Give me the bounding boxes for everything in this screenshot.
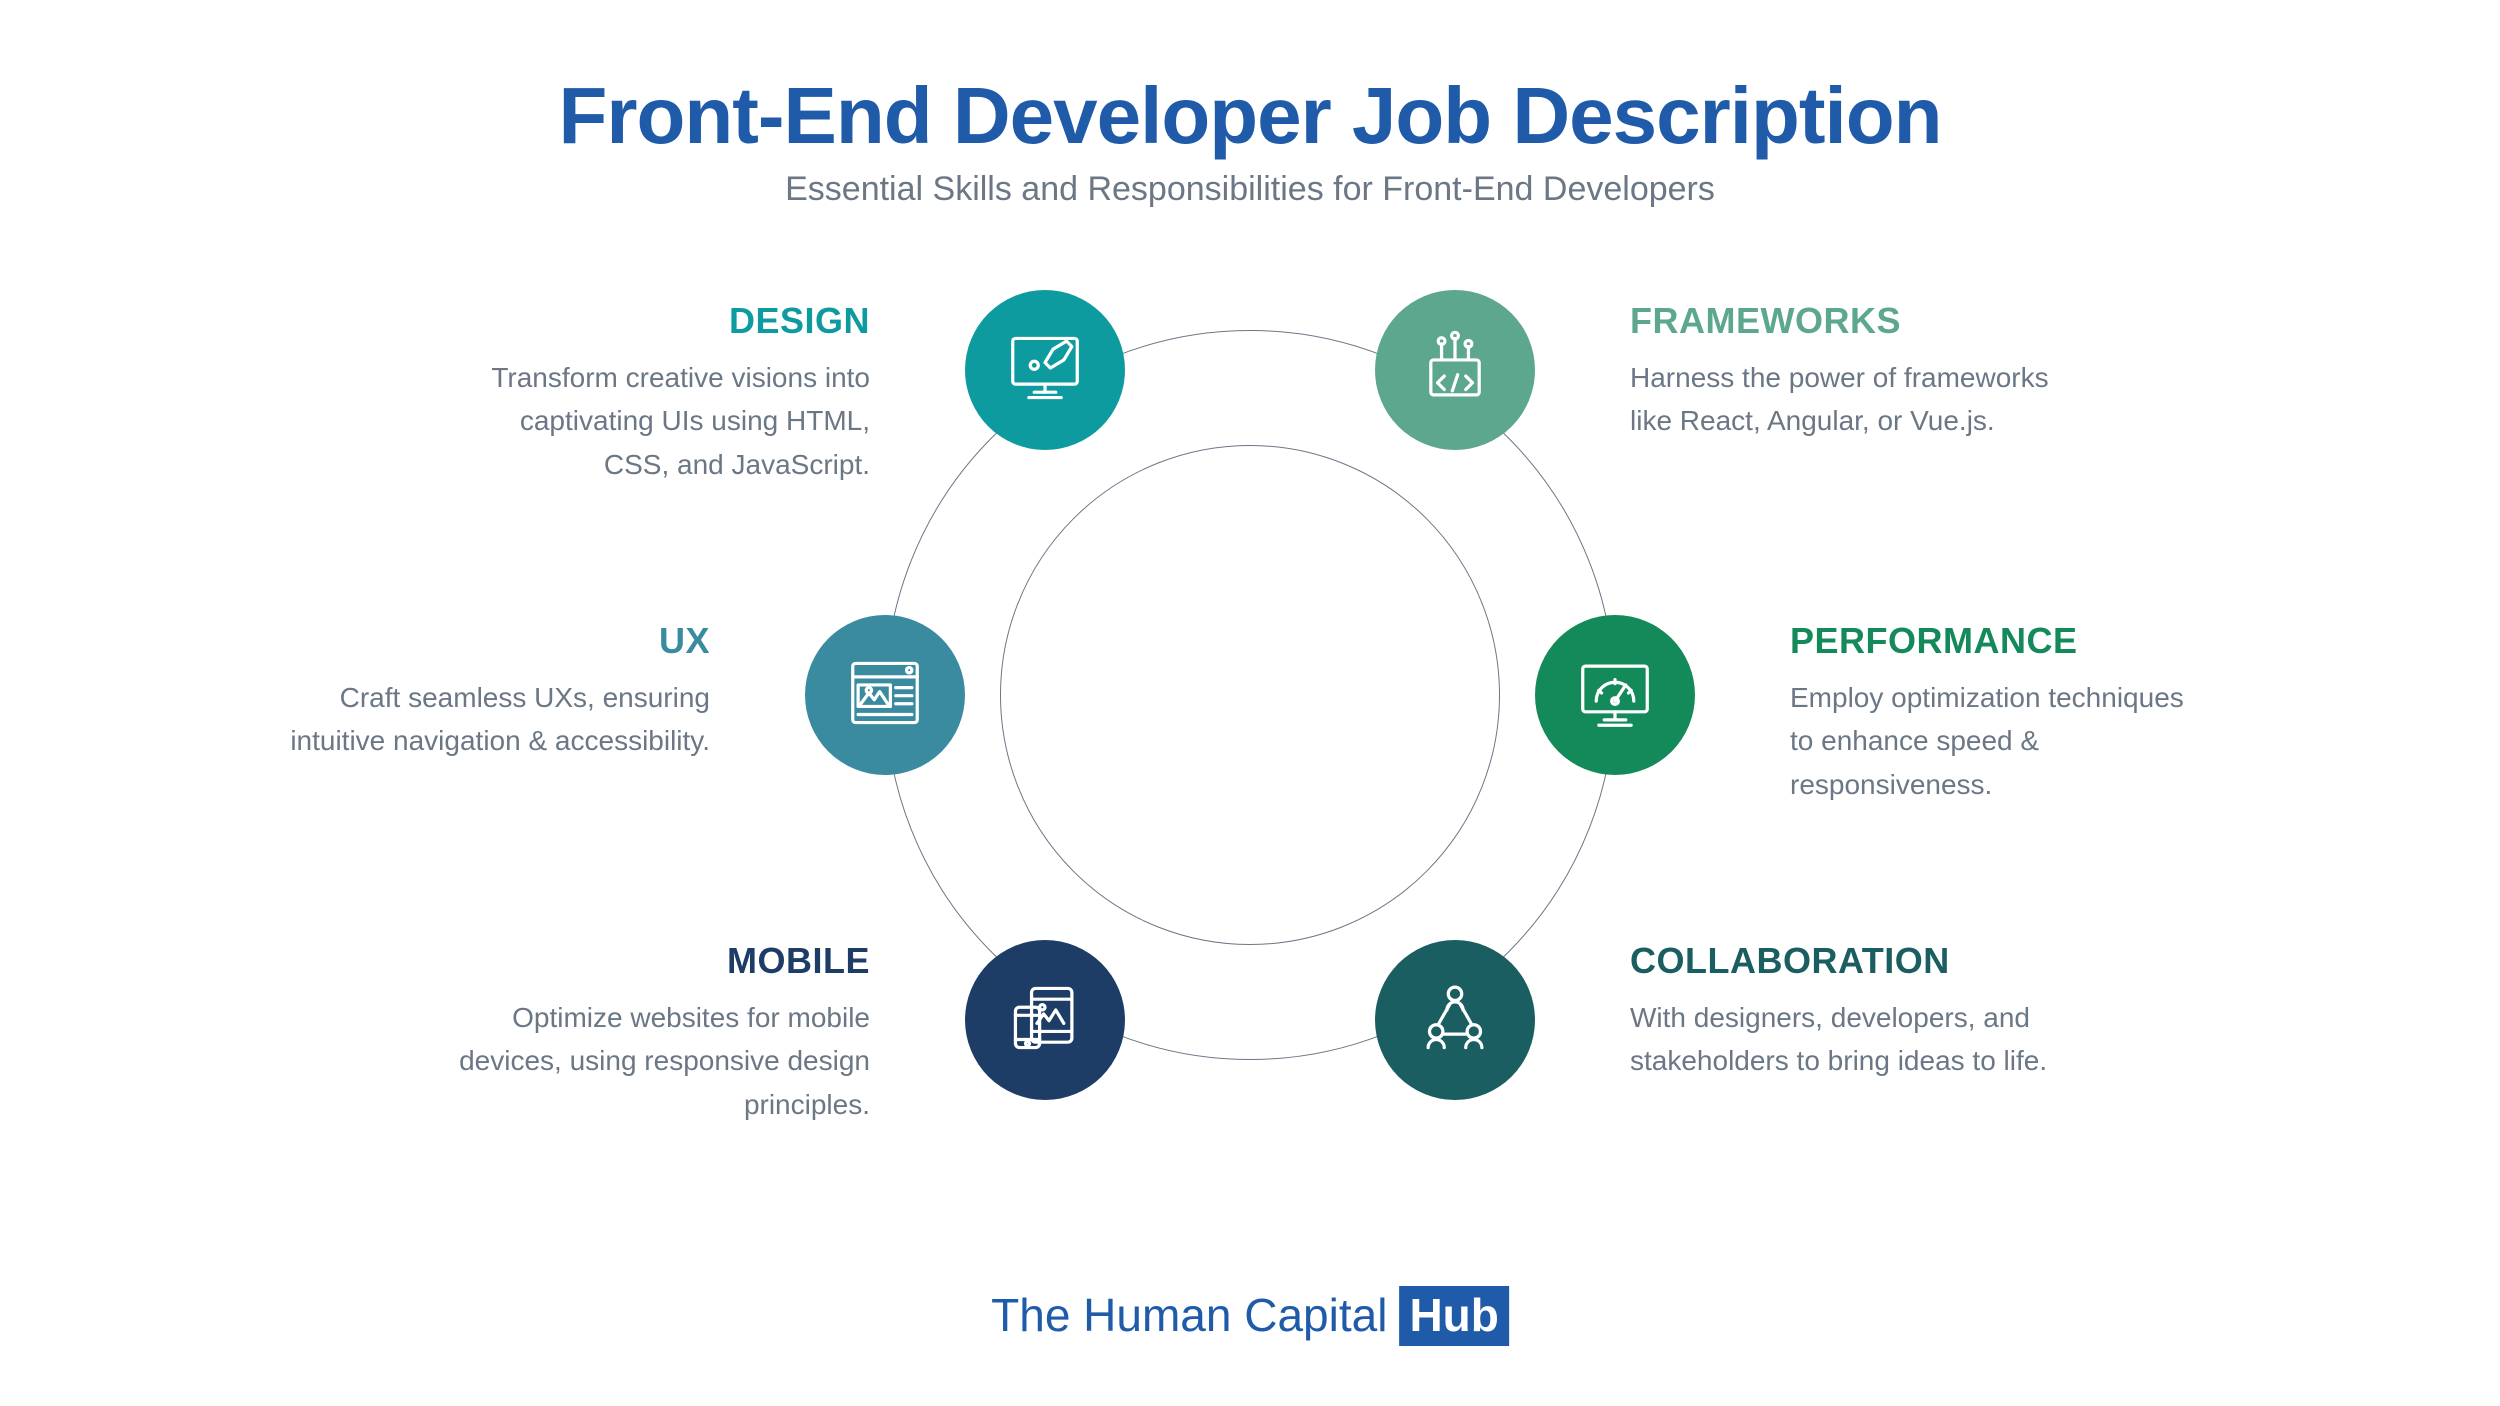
- label-frameworks: FRAMEWORKS: [1630, 300, 2050, 342]
- collaboration-people-icon: [1412, 975, 1498, 1066]
- ux-wireframe-icon: [842, 650, 928, 741]
- footer-brand: The Human Capital Hub: [991, 1286, 1509, 1346]
- text-design: DESIGN Transform creative visions into c…: [450, 300, 870, 486]
- label-collaboration: COLLABORATION: [1630, 940, 2050, 982]
- node-design: [965, 290, 1125, 450]
- desc-frameworks: Harness the power of frameworks like Rea…: [1630, 356, 2050, 443]
- node-ux: [805, 615, 965, 775]
- circular-diagram: DESIGN Transform creative visions into c…: [0, 250, 2500, 1210]
- brand-text: The Human Capital: [991, 1288, 1387, 1342]
- performance-gauge-icon: [1572, 650, 1658, 741]
- label-performance: PERFORMANCE: [1790, 620, 2210, 662]
- desc-design: Transform creative visions into captivat…: [450, 356, 870, 486]
- node-collaboration: [1375, 940, 1535, 1100]
- label-mobile: MOBILE: [450, 940, 870, 982]
- desc-performance: Employ optimization techniques to enhanc…: [1790, 676, 2210, 806]
- frameworks-toolbox-icon: [1412, 325, 1498, 416]
- text-frameworks: FRAMEWORKS Harness the power of framewor…: [1630, 300, 2050, 443]
- node-mobile: [965, 940, 1125, 1100]
- desc-mobile: Optimize websites for mobile devices, us…: [450, 996, 870, 1126]
- text-collaboration: COLLABORATION With designers, developers…: [1630, 940, 2050, 1083]
- desc-collaboration: With designers, developers, and stakehol…: [1630, 996, 2050, 1083]
- node-frameworks: [1375, 290, 1535, 450]
- text-ux: UX Craft seamless UXs, ensuring intuitiv…: [290, 620, 710, 763]
- page-subtitle: Essential Skills and Responsibilities fo…: [0, 170, 2500, 209]
- text-performance: PERFORMANCE Employ optimization techniqu…: [1790, 620, 2210, 806]
- node-performance: [1535, 615, 1695, 775]
- label-ux: UX: [290, 620, 710, 662]
- inner-ring: [1000, 445, 1500, 945]
- mobile-devices-icon: [1002, 975, 1088, 1066]
- page-title: Front-End Developer Job Description: [0, 70, 2500, 162]
- text-mobile: MOBILE Optimize websites for mobile devi…: [450, 940, 870, 1126]
- page-header: Front-End Developer Job Description Esse…: [0, 0, 2500, 209]
- design-monitor-brush-icon: [1002, 325, 1088, 416]
- brand-highlight-box: Hub: [1399, 1286, 1508, 1346]
- label-design: DESIGN: [450, 300, 870, 342]
- desc-ux: Craft seamless UXs, ensuring intuitive n…: [290, 676, 710, 763]
